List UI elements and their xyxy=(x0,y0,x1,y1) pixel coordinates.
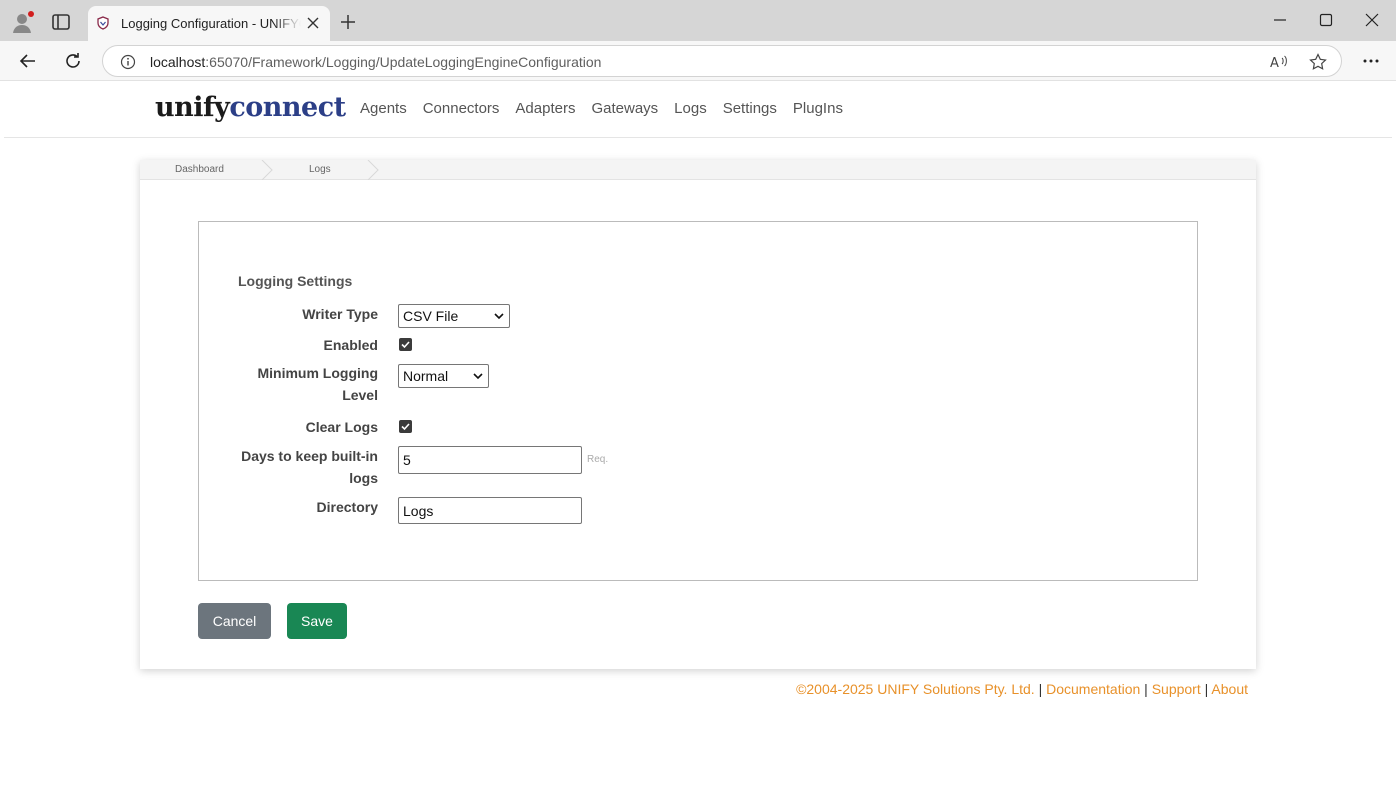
save-button[interactable]: Save xyxy=(287,603,347,639)
tab-actions-icon[interactable] xyxy=(52,14,70,30)
main-nav: Agents Connectors Adapters Gateways Logs… xyxy=(360,100,843,117)
days-to-keep-input[interactable]: 5 xyxy=(398,446,582,474)
directory-input[interactable]: Logs xyxy=(398,497,582,524)
nav-plugins[interactable]: PlugIns xyxy=(793,100,843,117)
nav-agents[interactable]: Agents xyxy=(360,100,407,117)
profile-icon[interactable] xyxy=(10,10,34,34)
check-icon xyxy=(401,423,410,431)
min-logging-level-label: Minimum Logging Level xyxy=(257,365,378,403)
chevron-down-icon xyxy=(473,373,483,380)
close-tab-icon[interactable] xyxy=(306,16,320,30)
check-icon xyxy=(401,341,410,349)
browser-menu-icon[interactable] xyxy=(1362,53,1380,69)
nav-settings[interactable]: Settings xyxy=(723,100,777,117)
browser-tab-bar: Logging Configuration - UNIFYConnect xyxy=(0,0,1396,41)
web-page: unifyconnect Agents Connectors Adapters … xyxy=(4,81,1392,786)
breadcrumb-logs[interactable]: Logs xyxy=(309,164,331,175)
support-link[interactable]: Support xyxy=(1152,681,1201,697)
cancel-button[interactable]: Cancel xyxy=(198,603,271,639)
chevron-down-icon xyxy=(494,313,504,320)
breadcrumb-dashboard[interactable]: Dashboard xyxy=(175,164,224,175)
directory-label: Directory xyxy=(316,499,378,515)
days-to-keep-label: Days to keep built-in logs xyxy=(241,448,378,486)
minimize-icon[interactable] xyxy=(1272,12,1288,28)
url-field[interactable]: localhost:65070/Framework/Logging/Update… xyxy=(102,45,1342,77)
required-hint: Req. xyxy=(587,454,609,465)
close-window-icon[interactable] xyxy=(1364,12,1380,28)
min-logging-level-select[interactable]: Normal xyxy=(398,364,489,388)
browser-address-bar: localhost:65070/Framework/Logging/Update… xyxy=(0,41,1396,81)
back-icon[interactable] xyxy=(19,52,37,70)
unifyconnect-logo[interactable]: unifyconnect xyxy=(155,92,346,123)
enabled-checkbox[interactable] xyxy=(399,338,412,351)
read-aloud-icon[interactable]: A xyxy=(1270,54,1288,70)
clear-logs-checkbox[interactable] xyxy=(399,420,412,433)
new-tab-icon[interactable] xyxy=(340,14,356,30)
url-text: localhost:65070/Framework/Logging/Update… xyxy=(150,54,602,70)
breadcrumb-separator-icon xyxy=(261,160,273,180)
page-footer: ©2004-2025 UNIFY Solutions Pty. Ltd. | D… xyxy=(796,681,1248,697)
writer-type-label: Writer Type xyxy=(302,306,378,322)
nav-logs[interactable]: Logs xyxy=(674,100,707,117)
tab-title: Logging Configuration - UNIFYConnect xyxy=(121,16,301,31)
logging-settings-fieldset: Logging Settings Writer Type CSV File En… xyxy=(198,221,1198,581)
nav-adapters[interactable]: Adapters xyxy=(515,100,575,117)
favorite-star-icon[interactable] xyxy=(1309,53,1327,71)
enabled-label: Enabled xyxy=(323,337,378,353)
nav-gateways[interactable]: Gateways xyxy=(591,100,658,117)
nav-connectors[interactable]: Connectors xyxy=(423,100,500,117)
browser-tab-active[interactable]: Logging Configuration - UNIFYConnect xyxy=(88,6,330,41)
site-navbar: unifyconnect Agents Connectors Adapters … xyxy=(4,81,1392,138)
reload-icon[interactable] xyxy=(64,52,82,70)
svg-text:A: A xyxy=(1270,56,1279,70)
content-panel: Dashboard Logs Logging Settings Writer T… xyxy=(140,160,1256,669)
breadcrumb-separator-icon xyxy=(367,160,379,180)
site-favicon-icon xyxy=(97,16,109,30)
writer-type-select[interactable]: CSV File xyxy=(398,304,510,328)
documentation-link[interactable]: Documentation xyxy=(1046,681,1140,697)
breadcrumb: Dashboard Logs xyxy=(140,160,1256,180)
about-link[interactable]: About xyxy=(1211,681,1248,697)
fieldset-legend: Logging Settings xyxy=(238,273,353,289)
site-info-icon[interactable] xyxy=(120,54,136,70)
copyright-text: ©2004-2025 UNIFY Solutions Pty. Ltd. xyxy=(796,681,1035,697)
maximize-icon[interactable] xyxy=(1318,12,1334,28)
clear-logs-label: Clear Logs xyxy=(305,419,378,435)
